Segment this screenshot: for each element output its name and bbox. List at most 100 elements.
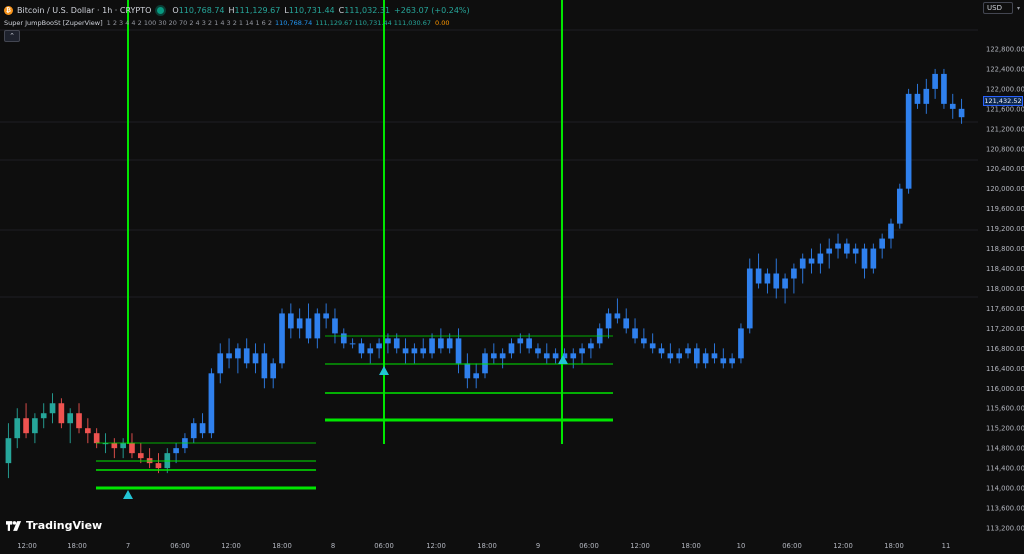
indicator-params: 1 2 3 4 4 2 100 30 20 70 2 4 3 2 1 4 3 2… (106, 19, 273, 27)
candle-body (429, 338, 435, 354)
tradingview-logo[interactable]: TradingView (6, 519, 102, 532)
currency-selector[interactable]: USD (983, 2, 1013, 14)
candle-body (543, 353, 550, 359)
candle-body (570, 353, 577, 359)
time-tick-label: 06:00 (782, 542, 802, 550)
indicator-legend[interactable]: Super JumpBooSt [ZuperView] 1 2 3 4 4 2 … (4, 17, 450, 29)
candle-body (129, 443, 135, 454)
separator-lines (0, 29, 978, 298)
candle-body (949, 103, 956, 109)
candle-body (614, 313, 621, 319)
price-chart[interactable]: 122,800.00 122,400.00 122,000.00 121,600.00… (0, 0, 1024, 554)
price-tick-label: 122,800.00 (986, 45, 1024, 53)
change-value: +263.07 (+0.24%) (394, 5, 470, 15)
time-tick-label: 9 (536, 542, 540, 550)
price-tick-label: 118,000.00 (986, 285, 1024, 293)
candle-body (861, 248, 868, 269)
price-tick-label: 116,400.00 (986, 365, 1024, 373)
indicator-value-1: 110,768.74 (275, 19, 313, 27)
market-status-dot[interactable] (157, 6, 165, 14)
candle-body (579, 348, 585, 354)
price-tick-label: 122,000.00 (986, 85, 1024, 93)
candle-body (702, 353, 709, 364)
candle-body (358, 343, 365, 354)
time-tick-label: 18:00 (67, 542, 87, 550)
candle-body (755, 268, 762, 284)
price-tick-label: 113,200.00 (986, 525, 1024, 533)
candle-body (693, 348, 700, 364)
candle-body (446, 338, 453, 349)
candle-body (340, 333, 347, 344)
price-tick-label: 120,000.00 (986, 185, 1024, 193)
symbol-header: ₿ Bitcoin / U.S. Dollar · 1h · CRYPTO O1… (4, 3, 470, 17)
time-axis[interactable]: 12:00 18:00 7 06:00 12:00 18:00 8 06:00 12:00 18:… (17, 542, 950, 550)
candle-body (288, 313, 294, 329)
candle-body (305, 318, 312, 339)
indicator-value-2: 111,129.67 110,731.44 111,030.67 (315, 19, 432, 27)
candle-body (746, 268, 753, 329)
candle-body (385, 338, 391, 344)
price-tick-label: 116,800.00 (986, 345, 1024, 353)
candle-body (261, 353, 268, 379)
candle-body (155, 463, 162, 469)
candle-body (349, 343, 356, 345)
low-value: 110,731.44 (288, 5, 335, 15)
candle-body (605, 313, 612, 329)
chevron-down-icon: ▾ (1017, 5, 1021, 12)
candle-body (711, 353, 718, 359)
candle-body (729, 358, 735, 364)
candle-body (641, 338, 647, 344)
price-tick-label: 118,800.00 (986, 245, 1024, 253)
indicator-name[interactable]: Super JumpBooSt [ZuperView] (4, 19, 103, 27)
price-tick-label: 114,400.00 (986, 465, 1024, 473)
candle-body (941, 73, 947, 104)
candle-body (826, 248, 833, 254)
candle-body (376, 343, 382, 349)
symbol-title[interactable]: Bitcoin / U.S. Dollar · 1h · CRYPTO (17, 6, 151, 15)
open-value: 110,768.74 (178, 5, 225, 15)
collapse-legend-button[interactable]: ⌃ (4, 30, 20, 42)
candle-body (58, 403, 65, 424)
time-tick-label: 12:00 (221, 542, 241, 550)
price-tick-label: 119,200.00 (986, 225, 1024, 233)
price-tick-label: 120,800.00 (986, 145, 1024, 153)
candle-body (914, 93, 921, 104)
candle-body (14, 418, 21, 439)
candle-body (517, 338, 524, 344)
candle-body (243, 348, 250, 364)
candle-body (791, 268, 797, 279)
bitcoin-coin-icon[interactable]: ₿ (4, 5, 13, 15)
candle-body (835, 243, 841, 249)
price-tick-label: 116,000.00 (986, 385, 1024, 393)
price-tick-label: 115,200.00 (986, 425, 1024, 433)
candle-body (623, 318, 630, 329)
candle-body (844, 243, 850, 254)
candle-body (32, 418, 38, 434)
candle-body (879, 238, 885, 249)
candle-body (137, 453, 144, 459)
candle-body (685, 348, 691, 354)
time-tick-label: 7 (126, 542, 130, 550)
candle-body (323, 313, 329, 319)
current-price-label: 121,432.52 (983, 96, 1023, 106)
candle-body (464, 363, 471, 379)
price-axis[interactable]: 122,800.00 122,400.00 122,000.00 121,600.00… (978, 0, 1024, 554)
indicator-value-3: 0.00 (435, 19, 450, 27)
candle-body (367, 348, 374, 354)
candle-body (438, 338, 444, 349)
candle-body (199, 423, 206, 434)
price-tick-label: 117,200.00 (986, 325, 1024, 333)
price-tick-label: 115,600.00 (986, 405, 1024, 413)
candle-body (932, 73, 938, 89)
signal-overlay (96, 0, 613, 499)
candle-body (588, 343, 594, 349)
candle-body (420, 348, 427, 354)
candle-body (49, 403, 56, 414)
candle-body (85, 428, 91, 434)
candle-body (923, 88, 930, 104)
price-tick-label: 114,000.00 (986, 485, 1024, 493)
candle-body (817, 253, 824, 264)
time-tick-label: 18:00 (477, 542, 497, 550)
candle-body (332, 318, 338, 334)
candle-body (773, 273, 780, 289)
